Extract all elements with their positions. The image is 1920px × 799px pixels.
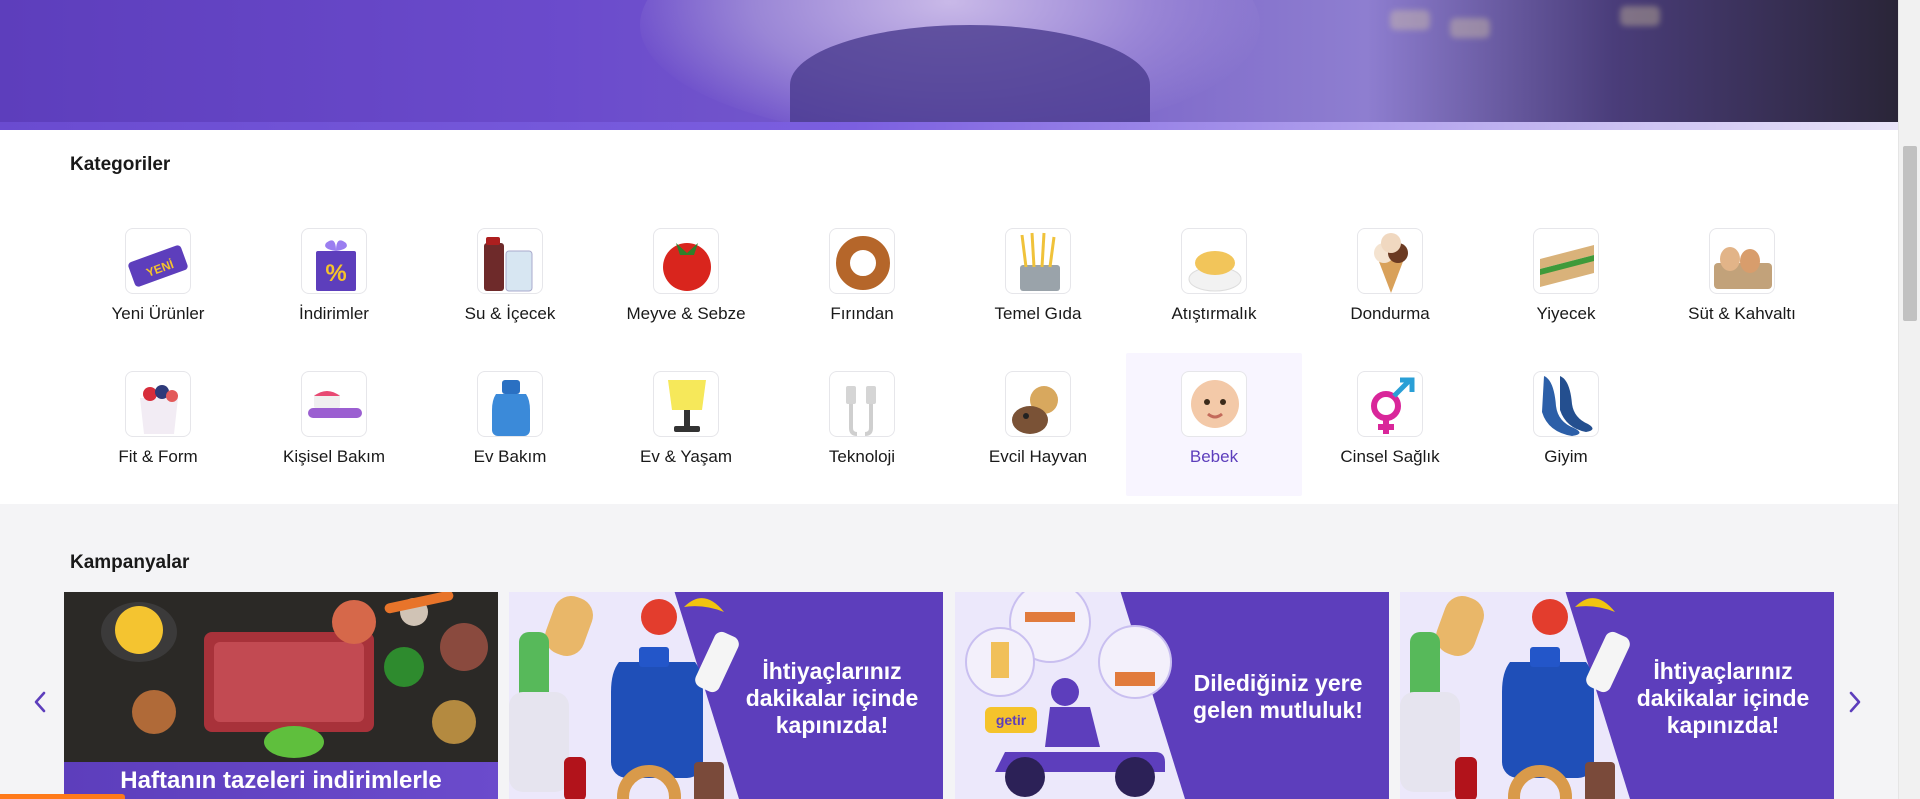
campaigns-title: Kampanyalar bbox=[70, 552, 190, 573]
category-item[interactable]: Giyim bbox=[1478, 353, 1654, 496]
category-item[interactable]: Süt & Kahvaltı bbox=[1654, 210, 1830, 353]
category-item[interactable]: Atıştırmalık bbox=[1126, 210, 1302, 353]
category-label: Teknoloji bbox=[828, 447, 896, 466]
category-label: Evcil Hayvan bbox=[988, 447, 1088, 466]
category-label: Yeni Ürünler bbox=[111, 304, 205, 323]
category-label: Dondurma bbox=[1350, 304, 1430, 323]
yogurt-icon bbox=[125, 371, 191, 437]
category-item[interactable]: Meyve & Sebze bbox=[598, 210, 774, 353]
campaign-banner-text: İhtiyaçlarınız dakikalar içinde kapınızd… bbox=[745, 658, 919, 738]
campaign-banner-delivery-2[interactable]: İhtiyaçlarınız dakikalar içinde kapınızd… bbox=[1400, 592, 1834, 799]
discount-gift-icon: % bbox=[301, 228, 367, 294]
lamp-icon bbox=[653, 371, 719, 437]
category-label: Temel Gıda bbox=[994, 304, 1082, 323]
scrollbar-thumb[interactable] bbox=[1903, 146, 1917, 321]
new-tag-icon: YENİ bbox=[125, 228, 191, 294]
detergent-icon bbox=[477, 371, 543, 437]
chips-icon bbox=[1181, 228, 1247, 294]
chevron-right-icon[interactable] bbox=[1847, 690, 1863, 719]
category-label: Ev Bakım bbox=[473, 447, 547, 466]
svg-text:%: % bbox=[325, 260, 346, 287]
category-item[interactable]: Temel Gıda bbox=[950, 210, 1126, 353]
simit-icon bbox=[829, 228, 895, 294]
category-item[interactable]: % İndirimler bbox=[246, 210, 422, 353]
hero-banner bbox=[0, 0, 1898, 130]
category-label: Süt & Kahvaltı bbox=[1688, 304, 1796, 323]
category-item[interactable]: Ev Bakım bbox=[422, 353, 598, 496]
category-item[interactable]: Dondurma bbox=[1302, 210, 1478, 353]
category-item[interactable]: Kişisel Bakım bbox=[246, 353, 422, 496]
category-label: Kişisel Bakım bbox=[282, 447, 386, 466]
category-item[interactable]: Bebek bbox=[1126, 353, 1302, 496]
cable-icon bbox=[829, 371, 895, 437]
campaign-banner-fresh[interactable]: Haftanın tazeleri indirimlerle sofranızd… bbox=[64, 592, 498, 799]
socks-icon bbox=[1533, 371, 1599, 437]
category-label: Giyim bbox=[1544, 447, 1588, 466]
categories-title: Kategoriler bbox=[70, 154, 171, 175]
category-label: Bebek bbox=[1189, 447, 1239, 466]
eggs-icon bbox=[1709, 228, 1775, 294]
category-item[interactable]: Cinsel Sağlık bbox=[1302, 353, 1478, 496]
category-item[interactable]: Su & İçecek bbox=[422, 210, 598, 353]
drinks-icon bbox=[477, 228, 543, 294]
toothbrush-icon bbox=[301, 371, 367, 437]
campaign-banner-text: İhtiyaçlarınız dakikalar içinde kapınızd… bbox=[1636, 658, 1810, 738]
chevron-left-icon[interactable] bbox=[32, 690, 48, 719]
category-label: Ev & Yaşam bbox=[640, 447, 732, 466]
tomato-icon bbox=[653, 228, 719, 294]
category-label: Fırından bbox=[830, 304, 894, 323]
hero-underline bbox=[0, 122, 1898, 130]
campaign-banner-happiness[interactable]: getir Dilediğiniz yere gelen mutluluk! bbox=[955, 592, 1389, 799]
campaign-banner-delivery[interactable]: İhtiyaçlarınız dakikalar içinde kapınızd… bbox=[509, 592, 943, 799]
category-item[interactable]: Yiyecek bbox=[1478, 210, 1654, 353]
ice-cream-icon bbox=[1357, 228, 1423, 294]
category-item[interactable]: Evcil Hayvan bbox=[950, 353, 1126, 496]
pasta-icon bbox=[1005, 228, 1071, 294]
category-label: Meyve & Sebze bbox=[626, 304, 746, 323]
category-item[interactable]: YENİ Yeni Ürünler bbox=[70, 210, 246, 353]
baby-icon bbox=[1181, 371, 1247, 437]
category-label: Atıştırmalık bbox=[1171, 304, 1257, 323]
svg-text:getir: getir bbox=[996, 712, 1027, 728]
category-label: Cinsel Sağlık bbox=[1340, 447, 1440, 466]
feedback-tab[interactable] bbox=[0, 794, 125, 799]
category-item[interactable]: Fit & Form bbox=[70, 353, 246, 496]
gender-icon bbox=[1357, 371, 1423, 437]
sandwich-icon bbox=[1533, 228, 1599, 294]
category-item[interactable]: Fırından bbox=[774, 210, 950, 353]
category-label: Fit & Form bbox=[118, 447, 198, 466]
campaign-banner-text: Dilediğiniz yere gelen mutluluk! bbox=[1193, 670, 1363, 723]
page-scrollbar[interactable] bbox=[1898, 0, 1920, 799]
categories-section: Kategoriler YENİ Yeni Ürünler% İndirimler S… bbox=[0, 130, 1898, 504]
category-item[interactable]: Ev & Yaşam bbox=[598, 353, 774, 496]
category-label: Yiyecek bbox=[1536, 304, 1596, 323]
category-item[interactable]: Teknoloji bbox=[774, 353, 950, 496]
pets-icon bbox=[1005, 371, 1071, 437]
category-label: İndirimler bbox=[299, 304, 369, 323]
category-label: Su & İçecek bbox=[464, 304, 556, 323]
campaign-banner-text: Haftanın tazeleri indirimlerle sofranızd… bbox=[64, 762, 498, 799]
